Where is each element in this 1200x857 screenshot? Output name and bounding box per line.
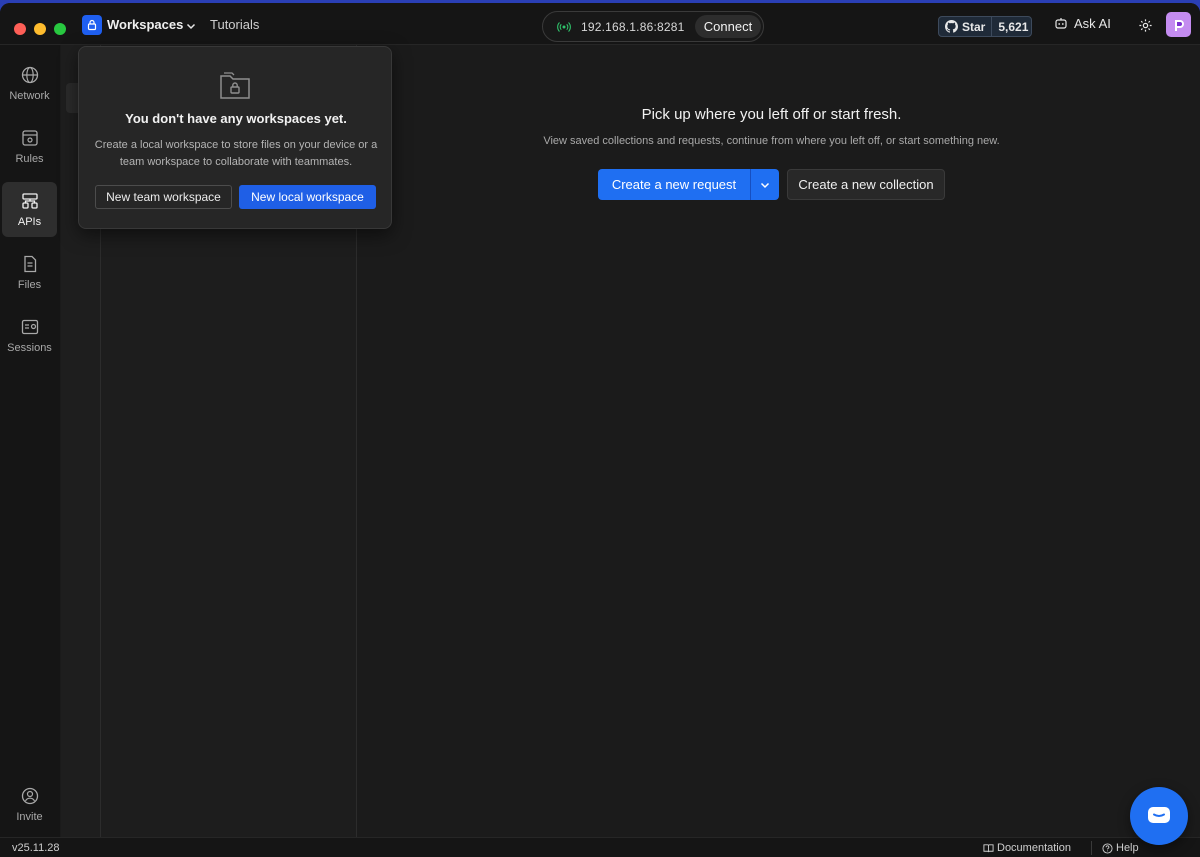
maximize-window-button[interactable] — [54, 23, 66, 35]
popover-title: You don't have any workspaces yet. — [125, 111, 347, 126]
help-label: Help — [1116, 842, 1139, 854]
ask-ai-button[interactable]: Ask AI — [1054, 16, 1111, 31]
nav-label: APIs — [17, 216, 42, 228]
chevron-down-icon[interactable] — [185, 19, 197, 37]
invite-button[interactable]: Invite — [2, 777, 57, 832]
avatar[interactable] — [1166, 12, 1191, 37]
create-request-dropdown-button[interactable] — [750, 169, 779, 200]
nav-label: Files — [17, 279, 42, 291]
folder-lock-icon — [218, 69, 252, 108]
workspaces-dropdown[interactable]: Workspaces — [107, 17, 183, 32]
create-request-button[interactable]: Create a new request — [598, 169, 750, 200]
title-bar: Workspaces Tutorials 192.168.1.86:8281 C… — [0, 3, 1200, 45]
nav-item-sessions[interactable]: Sessions — [2, 308, 57, 363]
divider — [1091, 841, 1092, 855]
app-window: Workspaces Tutorials 192.168.1.86:8281 C… — [0, 3, 1200, 857]
lock-icon[interactable] — [82, 15, 102, 35]
chat-support-button[interactable] — [1130, 787, 1188, 845]
nav-item-network[interactable]: Network — [2, 56, 57, 111]
rules-icon — [21, 130, 38, 146]
chevron-down-icon — [760, 182, 770, 188]
files-icon — [23, 255, 36, 273]
nav-label: Invite — [16, 811, 43, 823]
help-icon — [1102, 842, 1113, 854]
page-title: Pick up where you left off or start fres… — [641, 106, 902, 123]
close-window-button[interactable] — [14, 23, 26, 35]
status-bar: v25.11.28 Documentation Help — [0, 837, 1200, 857]
nav-item-files[interactable]: Files — [2, 245, 57, 300]
ask-ai-label: Ask AI — [1074, 16, 1111, 31]
help-link[interactable]: Help — [1102, 842, 1139, 854]
minimize-window-button[interactable] — [34, 23, 46, 35]
nav-item-apis[interactable]: APIs — [2, 182, 57, 237]
documentation-link[interactable]: Documentation — [983, 842, 1071, 854]
version-label: v25.11.28 — [12, 842, 60, 854]
left-nav: Network Rules APIs Files Sessions Invite — [0, 45, 60, 837]
invite-icon — [21, 787, 38, 805]
popover-description: Create a local workspace to store files … — [94, 139, 378, 168]
gear-icon[interactable] — [1138, 18, 1153, 38]
new-local-workspace-button[interactable]: New local workspace — [239, 185, 376, 209]
page-subtitle: View saved collections and requests, con… — [543, 135, 1000, 147]
connect-button[interactable]: Connect — [695, 15, 761, 38]
nav-label: Sessions — [7, 342, 52, 354]
chat-icon — [1148, 807, 1170, 823]
create-collection-button[interactable]: Create a new collection — [787, 169, 945, 200]
documentation-label: Documentation — [997, 842, 1071, 854]
nav-label: Rules — [15, 153, 44, 165]
ip-address: 192.168.1.86:8281 — [581, 20, 685, 34]
github-icon — [945, 20, 958, 33]
nav-item-rules[interactable]: Rules — [2, 119, 57, 174]
sessions-icon — [21, 319, 38, 335]
github-star-button[interactable]: Star 5,621 — [938, 16, 1032, 37]
tutorials-link[interactable]: Tutorials — [210, 17, 259, 32]
connection-pill: 192.168.1.86:8281 Connect — [542, 11, 764, 42]
new-team-workspace-button[interactable]: New team workspace — [95, 185, 232, 209]
workspaces-popover: You don't have any workspaces yet. Creat… — [78, 46, 392, 229]
nav-label: Network — [9, 90, 50, 102]
signal-icon — [557, 20, 571, 39]
github-star-label: Star — [962, 19, 986, 34]
main-content: Pick up where you left off or start fres… — [357, 45, 1200, 837]
github-star-count[interactable]: 5,621 — [992, 17, 1031, 36]
github-star-section[interactable]: Star — [939, 17, 993, 36]
globe-icon — [21, 66, 38, 84]
apis-icon — [21, 193, 38, 209]
ai-icon — [1055, 17, 1067, 29]
book-icon — [983, 843, 994, 852]
